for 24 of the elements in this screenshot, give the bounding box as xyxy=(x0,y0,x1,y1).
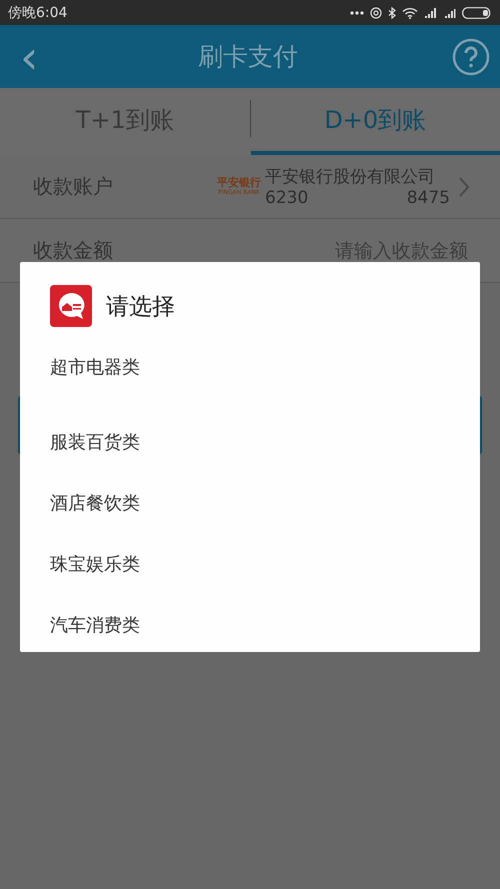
card-number: 6230 xyxy=(265,188,308,208)
wifi-icon xyxy=(402,6,418,18)
bluetooth-icon xyxy=(388,6,396,18)
chevron-right-icon xyxy=(458,176,470,198)
card-number: 8475 xyxy=(406,188,450,208)
clock-time: 傍晚6:04 xyxy=(8,4,68,22)
help-icon xyxy=(452,38,490,76)
battery-icon xyxy=(462,6,492,18)
bank-name: 平安银行股份有限公司 xyxy=(265,166,436,188)
dialog-title: 请选择 xyxy=(106,292,175,322)
option-item[interactable]: 超市电器类 xyxy=(50,336,450,397)
option-item[interactable]: 汽车消费类 xyxy=(50,594,450,655)
app-logo-icon xyxy=(50,285,92,327)
option-item[interactable]: 珠宝娱乐类 xyxy=(50,533,450,594)
page-title: 刷卡支付 xyxy=(198,41,298,73)
signal-icon xyxy=(424,8,438,18)
ring-icon xyxy=(370,6,382,18)
logo-text: 平安银行 xyxy=(217,177,261,189)
option-item[interactable]: 服装百货类 xyxy=(50,411,450,472)
option-item[interactable]: 酒店餐饮类 xyxy=(50,472,450,533)
signal-icon xyxy=(444,8,456,18)
more-dots-icon xyxy=(350,10,364,14)
field-label: 收款账户 xyxy=(33,173,114,200)
help-button[interactable] xyxy=(452,38,490,76)
